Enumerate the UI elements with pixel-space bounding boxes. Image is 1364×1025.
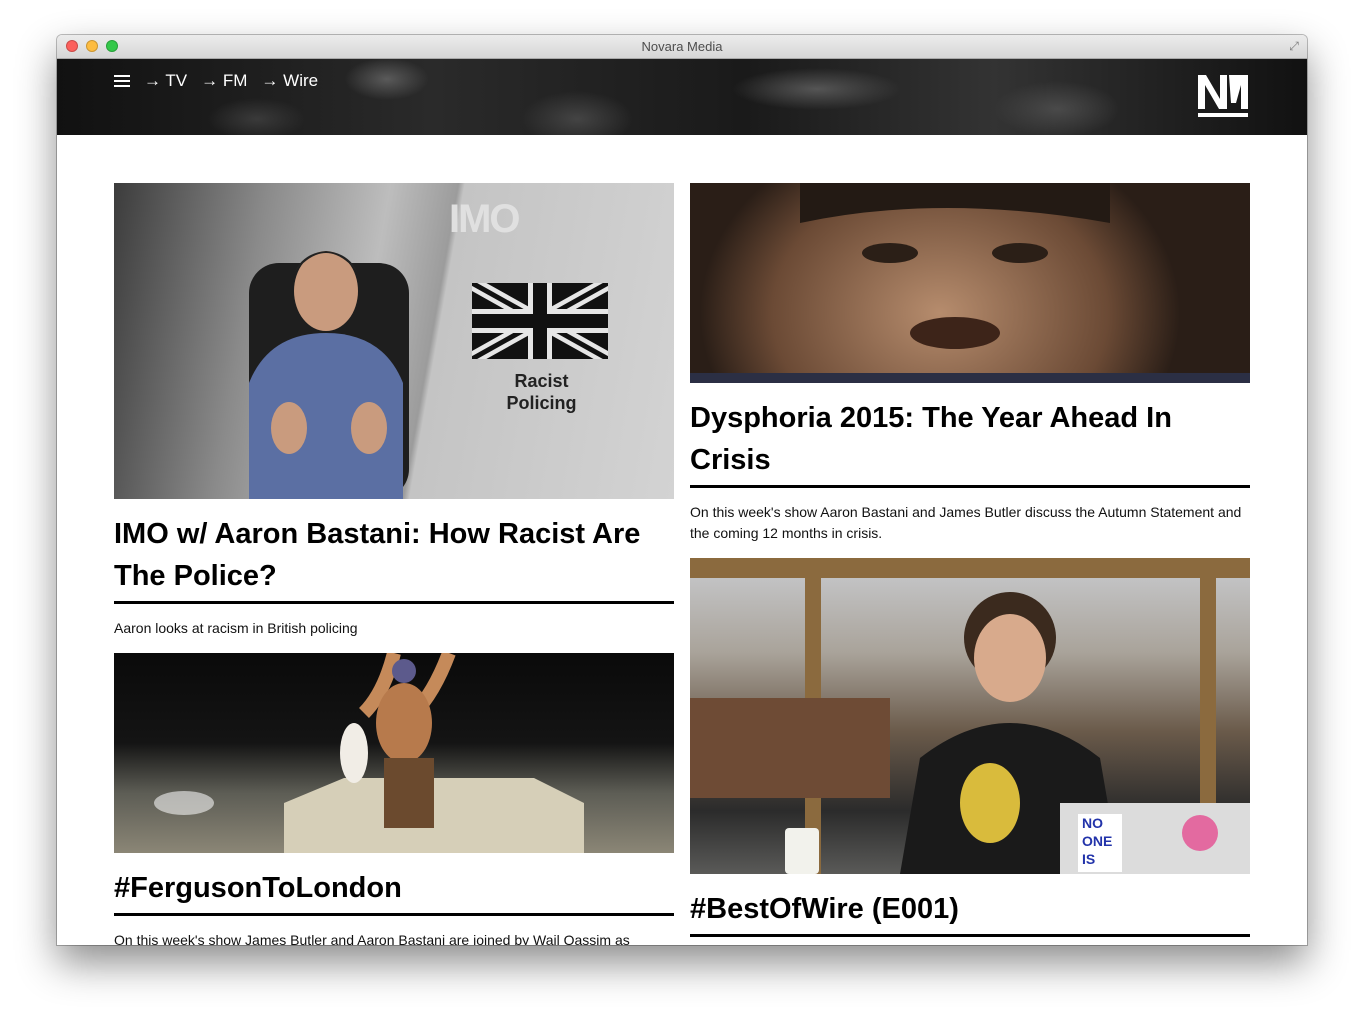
article-description: Aaron looks at racism in British policin… [114,620,358,636]
hamburger-menu-icon[interactable] [114,75,130,87]
article-description: On this week's show James Butler and Aar… [114,932,630,945]
minimize-window-button[interactable] [86,40,98,52]
svg-text:NO: NO [1082,815,1103,831]
article-card-wire: NO ONE IS #BestOfWire (E001) [690,558,1250,937]
svg-text:IS: IS [1082,851,1095,867]
article-thumbnail[interactable]: IMO Racist Policing [114,183,674,499]
window-title: Novara Media [641,39,723,54]
right-column: Dysphoria 2015: The Year Ahead In Crisis… [690,183,1250,937]
protest-scene-image [154,653,584,853]
article-card-imo: IMO Racist Policing IMO w/ Aaron Bastani… [114,183,674,653]
nav-link-tv[interactable]: → TV [144,71,187,91]
article-thumbnail[interactable] [114,653,674,853]
nav-link-fm[interactable]: → FM [201,71,247,91]
article-thumbnail[interactable]: NO ONE IS [690,558,1250,874]
imo-brand-text: IMO [449,197,521,241]
image-caption: Racist Policing [506,371,577,413]
article-title[interactable]: Dysphoria 2015: The Year Ahead In Crisis [690,383,1250,488]
article-title[interactable]: #FergusonToLondon [114,853,674,916]
nav-link-wire[interactable]: → Wire [261,71,318,91]
article-card-dysphoria: Dysphoria 2015: The Year Ahead In Crisis… [690,183,1250,558]
window-controls [66,40,118,52]
novara-logo[interactable] [1196,73,1250,119]
article-title[interactable]: #BestOfWire (E001) [690,874,1250,937]
face-closeup-image [690,183,1250,383]
zoom-window-button[interactable] [106,40,118,52]
close-window-button[interactable] [66,40,78,52]
article-card-ferguson: #FergusonToLondon On this week's show Ja… [114,653,674,945]
presenter-scene-image: NO ONE IS [690,558,1250,874]
svg-text:ONE: ONE [1082,833,1112,849]
article-title[interactable]: IMO w/ Aaron Bastani: How Racist Are The… [114,499,674,604]
browser-window: Novara Media ⤢ → TV → FM → Wire IMO Raci… [57,35,1307,945]
left-column: IMO Racist Policing IMO w/ Aaron Bastani… [114,183,674,945]
article-thumbnail[interactable] [690,183,1250,383]
fullscreen-icon[interactable]: ⤢ [1287,39,1301,53]
article-description: On this week's show Aaron Bastani and Ja… [690,504,1242,541]
site-header: → TV → FM → Wire [57,59,1307,135]
window-titlebar: Novara Media ⤢ [57,35,1307,59]
presenter-figure [229,223,424,499]
main-nav: → TV → FM → Wire [114,71,318,91]
union-flag-graphic [472,283,608,359]
